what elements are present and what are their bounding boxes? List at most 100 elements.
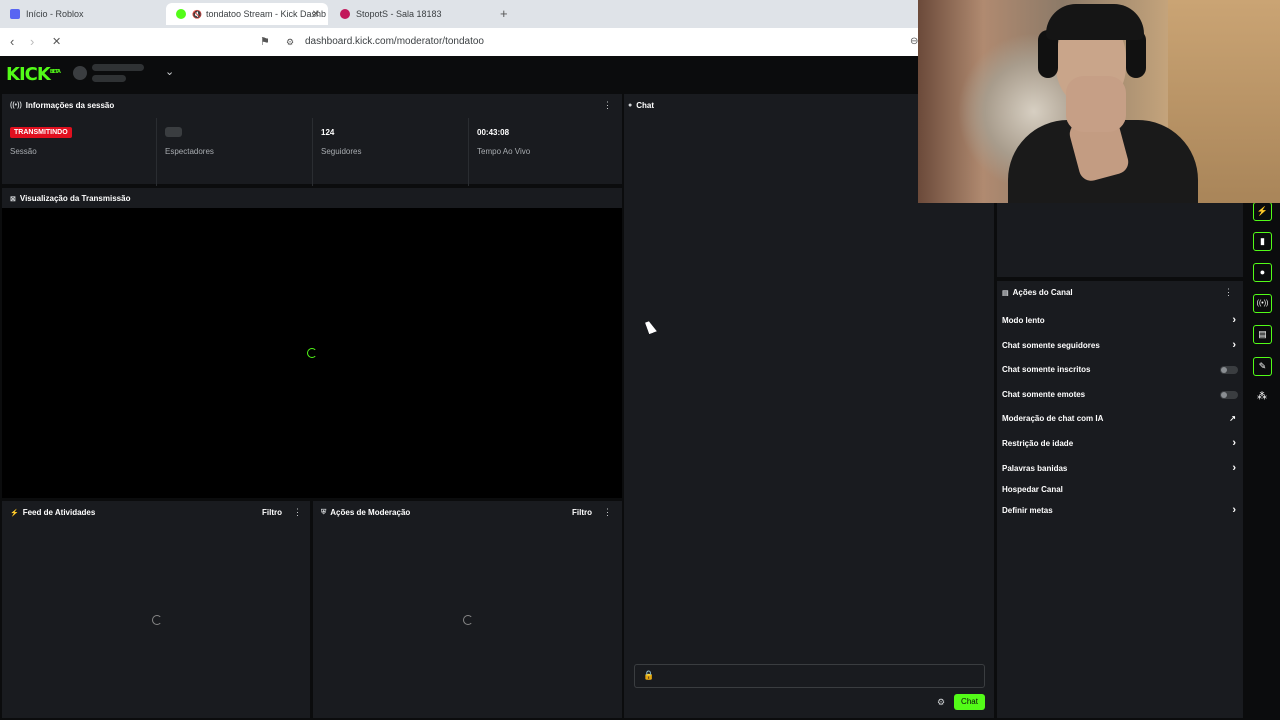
stat-value: 00:43:08: [477, 128, 510, 137]
panel-title: ▤ Ações do Canal: [1002, 288, 1073, 297]
viewers-value-skeleton: [165, 127, 182, 137]
stream-preview-player[interactable]: [2, 208, 622, 498]
stat-label: Sessão: [10, 147, 37, 156]
filter-button[interactable]: Filtro: [572, 508, 592, 517]
rail-channel-actions-icon[interactable]: ▤: [1253, 325, 1272, 344]
stat-value: 124: [321, 128, 335, 137]
loading-spinner-icon: [307, 348, 317, 358]
bookmark-icon[interactable]: ⚑: [260, 35, 270, 48]
channel-action-label: Restrição de idade: [1002, 439, 1074, 448]
tab-title: Início - Roblox: [26, 9, 84, 19]
chevron-down-icon[interactable]: ⌄: [165, 65, 174, 78]
chat-send-button[interactable]: Chat: [954, 694, 985, 710]
channel-action-label: Modo lento: [1002, 316, 1045, 325]
status-badge: TRANSMITINDO: [10, 127, 72, 138]
toggle-switch[interactable]: [1220, 366, 1238, 374]
right-upper-panel: [997, 203, 1243, 277]
tab-kick-dashboard[interactable]: 🔇 tondatoo Stream - Kick Dashb ✕: [166, 3, 328, 25]
tab-stopots[interactable]: StopotS - Sala 18183: [330, 3, 495, 25]
stat-live-time: 00:43:08 Tempo Ao Vivo: [469, 118, 622, 186]
stream-preview-header: ⊠ Visualização da Transmissão: [2, 188, 622, 208]
channel-action-row[interactable]: Chat somente emotes: [1002, 390, 1242, 406]
filter-button[interactable]: Filtro: [262, 508, 282, 517]
kick-favicon-icon: [176, 9, 186, 19]
rail-chat-icon[interactable]: ●: [1253, 263, 1272, 282]
chevron-right-icon[interactable]: ›: [1232, 314, 1236, 326]
shield-icon: ⛨: [321, 508, 327, 516]
channel-action-label: Hospedar Canal: [1002, 485, 1063, 494]
app-header: KICKBETA ⌄: [0, 56, 918, 92]
tab-roblox[interactable]: Início - Roblox: [0, 3, 165, 25]
stop-loading-icon[interactable]: ✕: [52, 35, 61, 48]
channel-action-label: Definir metas: [1002, 506, 1053, 515]
channel-action-label: Palavras banidas: [1002, 464, 1068, 473]
chevron-right-icon[interactable]: ›: [1232, 437, 1236, 449]
chat-bubble-icon: ●: [628, 102, 633, 109]
channel-action-label: Chat somente emotes: [1002, 390, 1086, 399]
kebab-menu-icon[interactable]: ⋮: [293, 507, 302, 518]
chat-input[interactable]: 🔒: [634, 664, 985, 688]
external-link-icon[interactable]: ↗: [1229, 414, 1236, 423]
rail-bolt-icon[interactable]: ⚡: [1253, 202, 1272, 221]
stat-session: TRANSMITINDO Sessão: [2, 118, 157, 186]
stat-viewers: Espectadores: [157, 118, 312, 186]
kick-logo[interactable]: KICKBETA: [6, 64, 61, 85]
panel-title: ● Chat: [628, 101, 655, 110]
muted-speaker-icon[interactable]: 🔇: [192, 10, 202, 19]
channel-avatar[interactable]: [73, 66, 87, 80]
tab-title: StopotS - Sala 18183: [356, 9, 442, 19]
site-settings-icon[interactable]: ⚙: [286, 37, 294, 48]
channel-action-row[interactable]: Modo lento ›: [1002, 314, 1242, 332]
channel-action-row[interactable]: Chat somente inscritos: [1002, 365, 1242, 381]
kebab-menu-icon[interactable]: ⋮: [1224, 287, 1233, 298]
rail-wrench-icon[interactable]: ✎: [1253, 357, 1272, 376]
stat-label: Espectadores: [165, 147, 214, 156]
loading-spinner-icon: [152, 615, 162, 625]
channel-action-row[interactable]: Definir metas ›: [1002, 504, 1242, 522]
tab-title: tondatoo Stream - Kick Dashb: [205, 9, 327, 19]
channel-action-row[interactable]: Moderação de chat com IA ↗: [1002, 414, 1242, 430]
rail-add-widget-icon[interactable]: ⁂: [1257, 391, 1267, 402]
channel-actions-icon: ▤: [1002, 289, 1009, 297]
panel-title: ((•)) Informações da sessão: [10, 101, 115, 110]
roblox-favicon-icon: [10, 9, 20, 19]
kebab-menu-icon[interactable]: ⋮: [603, 507, 612, 518]
rail-clipboard-icon[interactable]: ▮: [1253, 232, 1272, 251]
channel-action-row[interactable]: Restrição de idade ›: [1002, 437, 1242, 455]
channel-action-row[interactable]: Palavras banidas ›: [1002, 462, 1242, 480]
panel-title: ⊠ Visualização da Transmissão: [10, 194, 131, 203]
new-tab-icon[interactable]: +: [500, 6, 508, 21]
channel-name-skeleton: [92, 64, 144, 71]
chevron-right-icon[interactable]: ›: [1232, 504, 1236, 516]
stat-followers: 124 Seguidores: [313, 118, 468, 186]
channel-sub-skeleton: [92, 75, 126, 82]
preview-icon: ⊠: [10, 195, 16, 203]
kebab-menu-icon[interactable]: ⋮: [603, 100, 612, 111]
webcam-overlay-image: [918, 0, 1280, 203]
lock-icon: 🔒: [643, 670, 655, 680]
panel-title: ⛨ Ações de Moderação: [321, 508, 411, 517]
url-text[interactable]: dashboard.kick.com/moderator/tondatoo: [305, 36, 484, 47]
toggle-switch[interactable]: [1220, 391, 1238, 399]
back-icon[interactable]: ‹: [10, 34, 14, 49]
activity-feed-panel: ⚡ Feed de Atividades Filtro ⋮: [2, 501, 310, 718]
stat-label: Seguidores: [321, 147, 362, 156]
browser-tab-bar: Início - Roblox 🔇 tondatoo Stream - Kick…: [0, 0, 918, 28]
chevron-right-icon[interactable]: ›: [1232, 339, 1236, 351]
stat-label: Tempo Ao Vivo: [477, 147, 531, 156]
channel-action-row[interactable]: Hospedar Canal: [1002, 485, 1242, 501]
chat-settings-gear-icon[interactable]: ⚙: [937, 697, 945, 708]
panel-title: ⚡ Feed de Atividades: [10, 508, 96, 517]
close-tab-icon[interactable]: ✕: [312, 9, 320, 20]
rail-broadcast-icon[interactable]: ((•)): [1253, 294, 1272, 313]
channel-action-row[interactable]: Chat somente seguidores ›: [1002, 339, 1242, 357]
broadcast-icon: ((•)): [10, 102, 22, 109]
loading-spinner-icon: [463, 615, 473, 625]
chevron-right-icon[interactable]: ›: [1232, 462, 1236, 474]
forward-icon[interactable]: ›: [30, 34, 34, 49]
moderation-actions-panel: ⛨ Ações de Moderação Filtro ⋮: [313, 501, 622, 718]
stopots-favicon-icon: [340, 9, 350, 19]
address-bar: ‹ › ✕ ⚑ ⚙ dashboard.kick.com/moderator/t…: [0, 28, 918, 56]
channel-action-label: Chat somente inscritos: [1002, 365, 1091, 374]
session-info-panel: ((•)) Informações da sessão ⋮ TRANSMITIN…: [2, 94, 622, 186]
